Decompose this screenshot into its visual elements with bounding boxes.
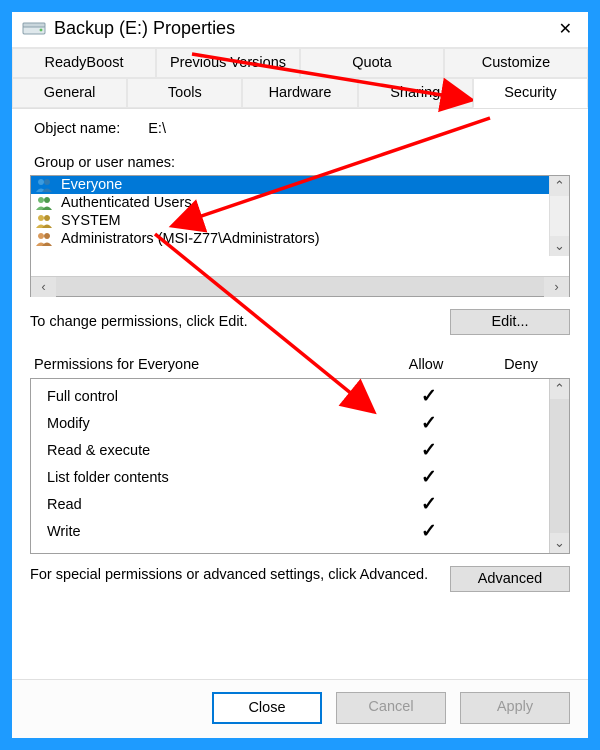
permission-row: Read ✓: [47, 491, 569, 518]
checkmark-icon: ✓: [379, 466, 479, 489]
allow-header: Allow: [376, 357, 476, 373]
edit-hint: To change permissions, click Edit.: [30, 314, 248, 330]
scroll-down-icon[interactable]: ⌄: [550, 533, 569, 553]
scroll-up-icon[interactable]: ⌃: [550, 176, 569, 196]
permission-name: Read & execute: [47, 443, 379, 459]
advanced-hint: For special permissions or advanced sett…: [30, 566, 430, 586]
edit-button[interactable]: Edit...: [450, 309, 570, 335]
permission-name: Modify: [47, 416, 379, 432]
group-icon: [35, 213, 55, 229]
advanced-button[interactable]: Advanced: [450, 566, 570, 592]
tab-general[interactable]: General: [12, 78, 127, 108]
tab-strip: ReadyBoost Previous Versions Quota Custo…: [12, 48, 588, 109]
apply-button: Apply: [460, 692, 570, 724]
tab-previous-versions[interactable]: Previous Versions: [156, 48, 300, 78]
group-icon: [35, 177, 55, 193]
tab-customize[interactable]: Customize: [444, 48, 588, 78]
tab-readyboost[interactable]: ReadyBoost: [12, 48, 156, 78]
list-item-label: Administrators (MSI-Z77\Administrators): [61, 231, 320, 247]
scroll-up-icon[interactable]: ⌃: [550, 379, 569, 399]
list-item[interactable]: SYSTEM: [31, 212, 569, 230]
scroll-right-icon[interactable]: ›: [544, 277, 569, 297]
list-item-label: Authenticated Users: [61, 195, 192, 211]
scrollbar-vertical[interactable]: ⌃ ⌄: [549, 379, 569, 553]
close-button[interactable]: Close: [212, 692, 322, 724]
scrollbar-vertical[interactable]: ⌃ ⌄: [549, 176, 569, 256]
cancel-button: Cancel: [336, 692, 446, 724]
dialog-footer: Close Cancel Apply: [12, 679, 588, 738]
tab-security[interactable]: Security: [473, 78, 588, 108]
permission-row: List folder contents ✓: [47, 464, 569, 491]
permission-row: Modify ✓: [47, 410, 569, 437]
tab-content: Object name: E:\ Group or user names: Ev…: [12, 109, 588, 679]
permission-row: Full control ✓: [47, 383, 569, 410]
properties-window: Backup (E:) Properties ✕ ReadyBoost Prev…: [10, 10, 590, 740]
permission-name: Read: [47, 497, 379, 513]
scroll-left-icon[interactable]: ‹: [31, 277, 56, 297]
permission-row: Write ✓: [47, 518, 569, 545]
permission-row: Read & execute ✓: [47, 437, 569, 464]
list-item-label: Everyone: [61, 177, 122, 193]
drive-icon: [22, 22, 46, 36]
list-item[interactable]: Everyone: [31, 176, 569, 194]
scroll-down-icon[interactable]: ⌄: [550, 236, 569, 256]
checkmark-icon: ✓: [379, 412, 479, 435]
tab-tools[interactable]: Tools: [127, 78, 242, 108]
permission-name: Write: [47, 524, 379, 540]
list-item[interactable]: Authenticated Users: [31, 194, 569, 212]
permission-name: List folder contents: [47, 470, 379, 486]
object-name-value: E:\: [148, 121, 166, 137]
list-item-label: SYSTEM: [61, 213, 121, 229]
checkmark-icon: ✓: [379, 439, 479, 462]
object-name-label: Object name:: [34, 121, 120, 137]
deny-header: Deny: [476, 357, 566, 373]
permissions-for-label: Permissions for Everyone: [34, 357, 376, 373]
tab-hardware[interactable]: Hardware: [242, 78, 357, 108]
group-icon: [35, 231, 55, 247]
checkmark-icon: ✓: [379, 520, 479, 543]
group-icon: [35, 195, 55, 211]
permissions-list[interactable]: Full control ✓ Modify ✓ Read & execute ✓…: [30, 378, 570, 554]
checkmark-icon: ✓: [379, 493, 479, 516]
titlebar: Backup (E:) Properties ✕: [12, 12, 588, 48]
window-title: Backup (E:) Properties: [54, 18, 553, 39]
permission-name: Full control: [47, 389, 379, 405]
list-item[interactable]: Administrators (MSI-Z77\Administrators): [31, 230, 569, 248]
user-list[interactable]: Everyone Authenticated Users SYSTEM: [30, 175, 570, 297]
group-user-label: Group or user names:: [30, 155, 570, 171]
tab-quota[interactable]: Quota: [300, 48, 444, 78]
close-icon[interactable]: ✕: [553, 19, 578, 39]
scrollbar-horizontal[interactable]: ‹ ›: [31, 276, 569, 296]
tab-sharing[interactable]: Sharing: [358, 78, 473, 108]
checkmark-icon: ✓: [379, 385, 479, 408]
